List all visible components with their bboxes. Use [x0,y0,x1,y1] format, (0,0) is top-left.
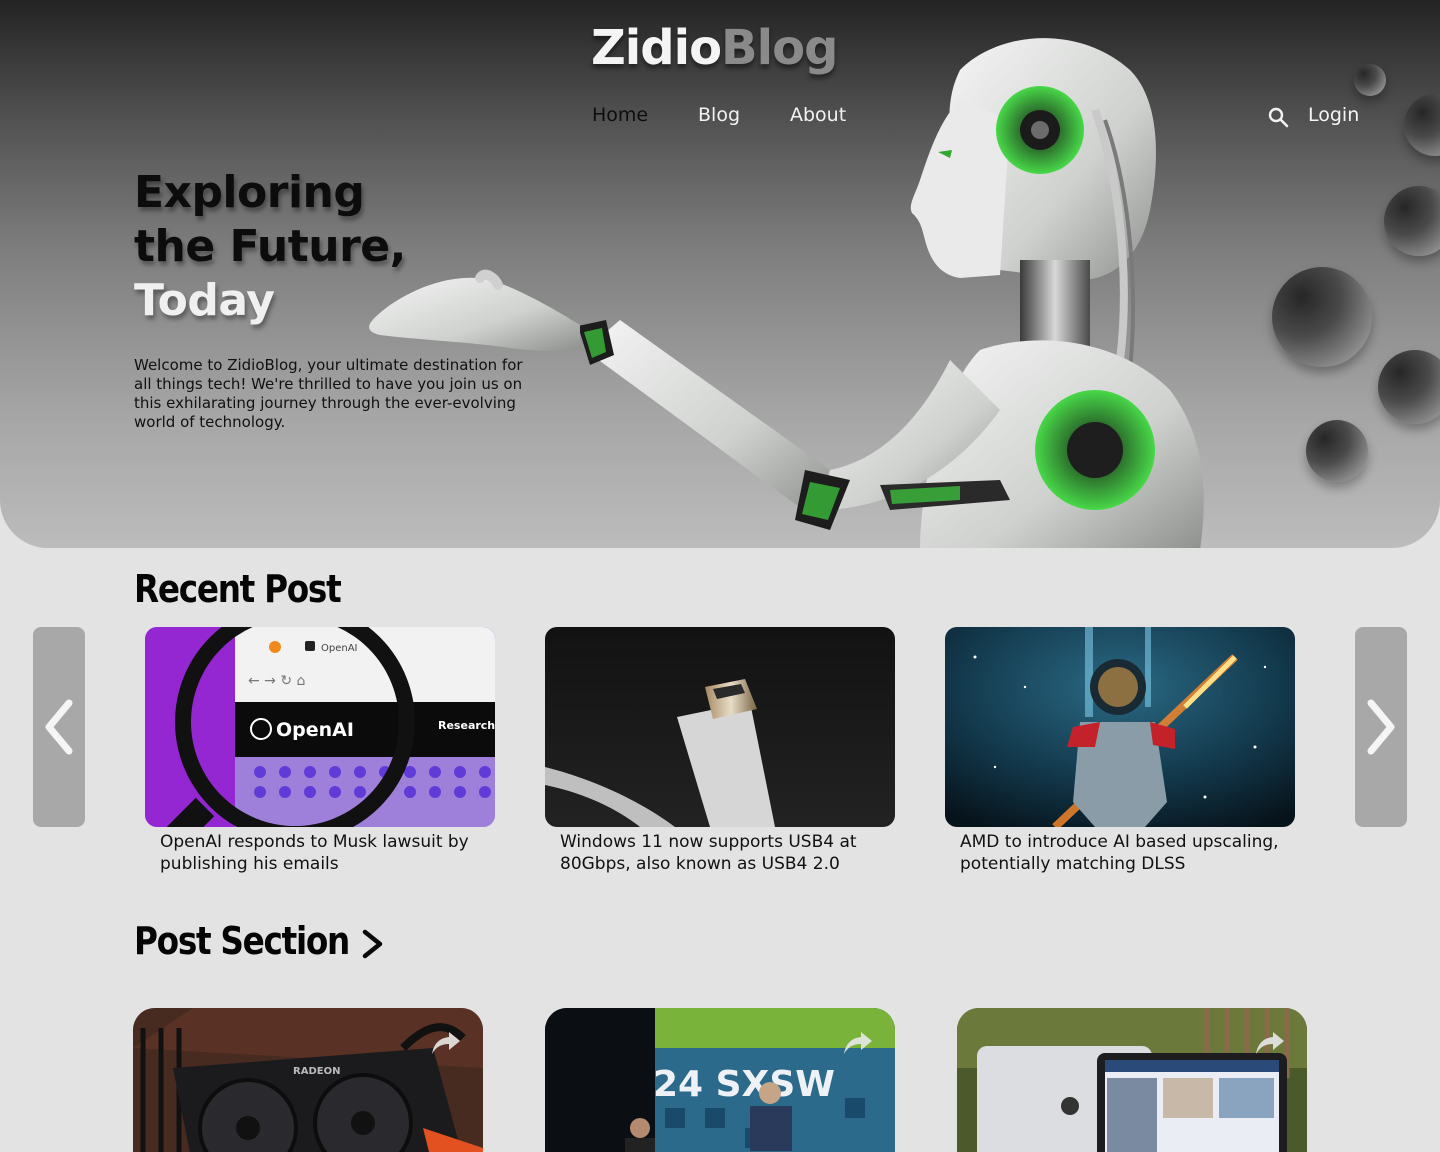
nav-home[interactable]: Home [592,104,648,126]
sxsw-text: 24 SXSW [653,1064,835,1105]
site-logo[interactable]: ZidioBlog [591,20,838,76]
usb-c-cable-image [545,627,895,827]
share-icon[interactable] [843,1030,873,1056]
post-card-image-1[interactable]: RADEON [133,1008,483,1152]
recent-card-image-amd[interactable] [945,627,1295,827]
radeon-text: RADEON [293,1066,340,1077]
carousel-next-button[interactable] [1355,627,1407,827]
headline-line-2: the Future, [134,221,406,272]
carousel-prev-button[interactable] [33,627,85,827]
decor-sphere [1306,420,1368,482]
decor-sphere [1384,186,1440,256]
chevron-left-icon [45,699,73,755]
svg-text:← → ↻ ⌂: ← → ↻ ⌂ [248,673,305,689]
headline-line-1: Exploring [134,167,365,218]
nav-blog[interactable]: Blog [698,104,740,126]
decor-sphere [1378,350,1440,424]
recent-post-heading: Recent Post [134,567,342,611]
chevron-right-icon[interactable] [360,928,386,960]
recent-card-image-openai[interactable]: OpenAI ← → ↻ ⌂ OpenAI Research [145,627,495,827]
post-card-image-3[interactable] [957,1008,1307,1152]
recent-card-title-3[interactable]: AMD to introduce AI based upscaling, pot… [960,831,1290,875]
headline-line-3: Today [134,275,275,326]
login-link[interactable]: Login [1308,104,1359,126]
hero-banner: ZidioBlog Home Blog About Login Explorin… [0,0,1440,548]
logo-part-1: Zidio [591,20,722,76]
logo-part-2: Blog [721,20,838,76]
nav-about[interactable]: About [790,104,846,126]
astronaut-space-image [945,627,1295,827]
post-section-heading: Post Section [134,919,350,963]
decor-sphere [1272,267,1372,367]
recent-card-title-2[interactable]: Windows 11 now supports USB4 at 80Gbps, … [560,831,890,875]
openai-magnifier-image: OpenAI ← → ↻ ⌂ OpenAI Research [145,627,495,827]
chevron-right-icon [1367,699,1395,755]
share-icon[interactable] [1255,1030,1285,1056]
recent-card-title-1[interactable]: OpenAI responds to Musk lawsuit by publi… [160,831,490,875]
decor-sphere [1354,64,1386,96]
openai-tab-text: OpenAI [321,643,358,654]
share-icon[interactable] [431,1030,461,1056]
hero-headline: Exploring the Future, Today [134,166,406,328]
openai-research-text: Research [438,719,495,732]
hero-intro: Welcome to ZidioBlog, your ultimate dest… [134,356,523,431]
post-card-image-2[interactable]: 24 SXSW [545,1008,895,1152]
search-icon[interactable] [1267,106,1291,130]
decor-sphere [1404,94,1440,156]
recent-card-image-usb[interactable] [545,627,895,827]
openai-logo-text: OpenAI [276,719,354,741]
